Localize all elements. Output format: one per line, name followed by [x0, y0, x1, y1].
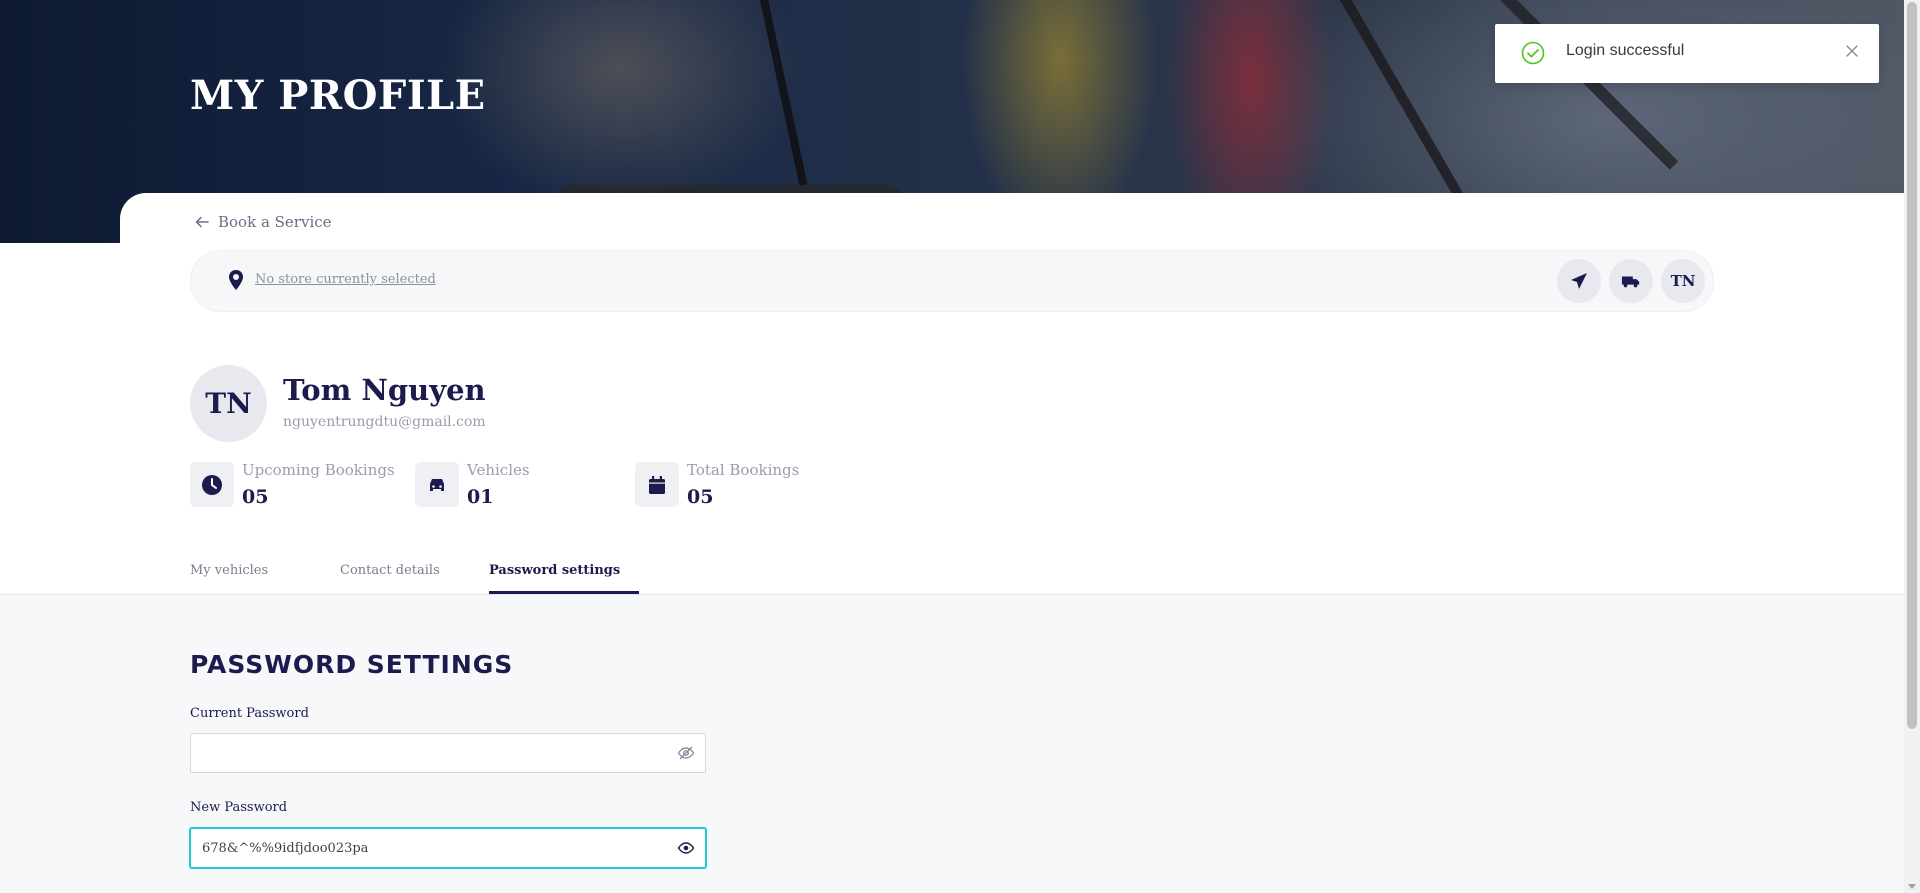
paper-plane-icon	[1571, 273, 1587, 289]
user-menu-button[interactable]: TN	[1661, 259, 1705, 303]
stat-label: Total Bookings	[687, 461, 800, 479]
profile-name: Tom Nguyen	[283, 373, 486, 407]
calendar-icon	[649, 475, 665, 494]
active-tab-indicator	[489, 591, 639, 594]
current-password-label: Current Password	[190, 706, 309, 721]
current-password-field	[190, 733, 706, 773]
close-icon[interactable]	[1845, 44, 1859, 58]
select-store-link[interactable]: No store currently selected	[255, 272, 436, 287]
stat-value: 05	[687, 486, 714, 508]
check-circle-icon	[1521, 41, 1545, 65]
location-pin-icon	[229, 270, 243, 290]
stat-value: 01	[467, 486, 494, 508]
toast-notification: Login successful	[1495, 24, 1879, 83]
page-title: MY PROFILE	[190, 72, 486, 119]
profile-tabs: My vehicles Contact details Password set…	[0, 556, 1904, 595]
stat-label: Upcoming Bookings	[242, 461, 395, 479]
toast-message: Login successful	[1566, 42, 1685, 59]
stat-icon-box	[415, 462, 459, 507]
hero-image-detail	[1340, 0, 1464, 200]
arrow-left-icon	[195, 216, 209, 228]
scroll-down-arrow-icon[interactable]	[1908, 884, 1916, 889]
store-selector-bar: No store currently selected TN	[190, 250, 1714, 312]
clock-icon	[202, 474, 222, 495]
new-password-field	[190, 828, 706, 868]
stat-icon-box	[635, 462, 679, 507]
delivery-button[interactable]	[1609, 259, 1653, 303]
eye-icon[interactable]	[677, 839, 695, 857]
stat-value: 05	[242, 486, 269, 508]
book-service-label: Book a Service	[218, 213, 332, 231]
send-button[interactable]	[1557, 259, 1601, 303]
current-password-input[interactable]	[202, 734, 652, 772]
page-scrollbar[interactable]	[1904, 0, 1920, 893]
section-title: PASSWORD SETTINGS	[190, 650, 514, 679]
stat-label: Vehicles	[467, 461, 530, 479]
tab-my-vehicles[interactable]: My vehicles	[190, 563, 268, 578]
new-password-input[interactable]	[202, 829, 652, 867]
scrollbar-thumb[interactable]	[1907, 2, 1917, 729]
truck-icon	[1621, 276, 1640, 288]
tab-password-settings[interactable]: Password settings	[489, 563, 620, 578]
profile-email: nguyentrungdtu@gmail.com	[283, 414, 486, 430]
hero-image-detail	[760, 0, 808, 186]
tab-contact-details[interactable]: Contact details	[340, 563, 440, 578]
new-password-label: New Password	[190, 800, 288, 815]
stat-icon-box	[190, 462, 234, 507]
book-service-link[interactable]: Book a Service	[194, 213, 332, 231]
eye-slash-icon[interactable]	[677, 744, 695, 762]
car-icon	[430, 478, 444, 491]
avatar: TN	[190, 365, 267, 442]
